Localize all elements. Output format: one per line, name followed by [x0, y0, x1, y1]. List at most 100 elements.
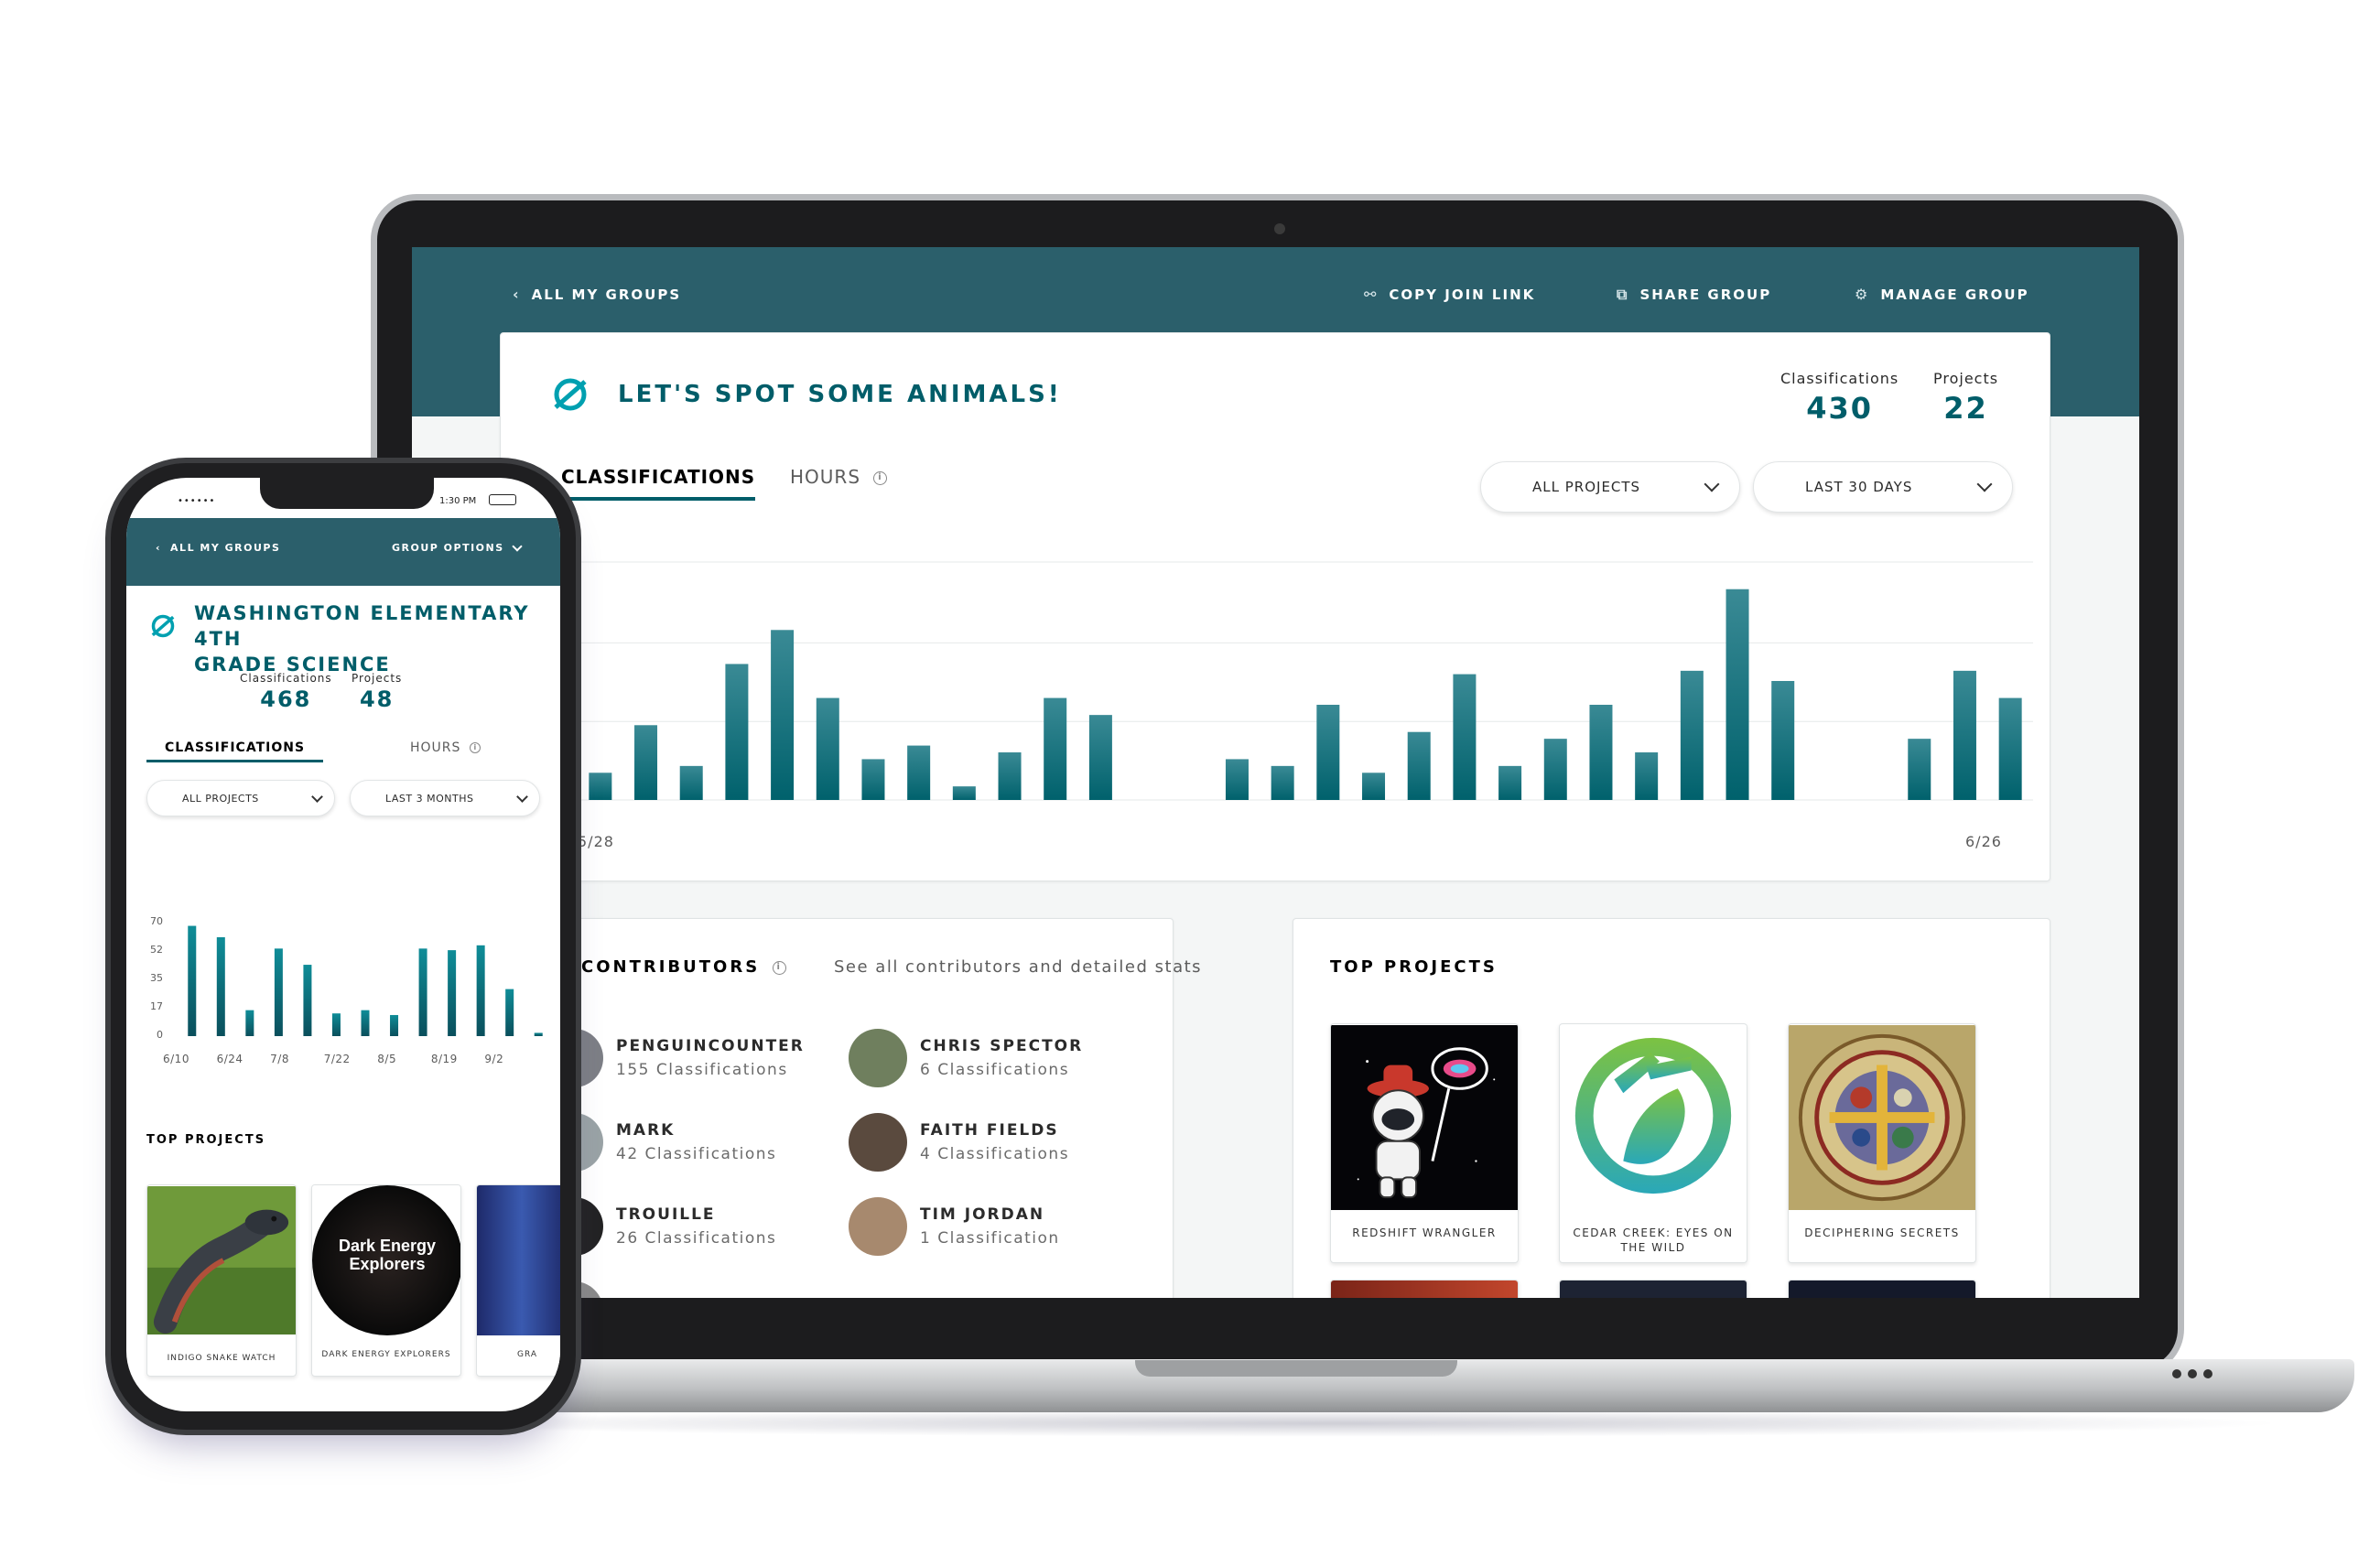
- chart-bar[interactable]: [1589, 705, 1613, 800]
- phone-project-card-partial[interactable]: GRA: [476, 1184, 560, 1377]
- project-card-deciphering[interactable]: DECIPHERING SECRETS: [1788, 1023, 1976, 1263]
- chart-bar[interactable]: [679, 765, 703, 800]
- tab-hours[interactable]: HOURS i: [790, 466, 888, 488]
- phone-project-label: INDIGO SNAKE WATCH: [167, 1354, 276, 1363]
- chart-bar[interactable]: [1771, 681, 1795, 800]
- project-card-partial[interactable]: [1330, 1280, 1519, 1298]
- top-projects-card: TOP PROJECTS REDSHIFT WRANGLER CEDAR CRE…: [1293, 918, 2050, 1298]
- chart-bar[interactable]: [1498, 765, 1522, 800]
- laptop-shadow: [384, 1410, 2288, 1437]
- projects-value: 22: [1943, 391, 1988, 426]
- chart-bar[interactable]: [361, 1010, 370, 1036]
- projects-filter-dropdown[interactable]: ALL PROJECTS: [1480, 461, 1740, 513]
- chart-bar[interactable]: [188, 925, 197, 1036]
- phone-project-card-indigo-snake[interactable]: INDIGO SNAKE WATCH: [146, 1184, 297, 1377]
- projects-stat: Projects 22: [1933, 370, 1998, 426]
- chart-bar[interactable]: [1407, 731, 1431, 800]
- manage-group-button[interactable]: ⚙ MANAGE GROUP: [1855, 286, 2029, 303]
- classifications-bar-chart: [501, 525, 2050, 827]
- chart-bar[interactable]: [1271, 765, 1294, 800]
- contributor-count: 42 Classifications: [616, 1145, 777, 1163]
- chart-bar[interactable]: [907, 745, 931, 800]
- phone-top-projects-title: TOP PROJECTS: [146, 1133, 266, 1147]
- manage-group-label: MANAGE GROUP: [1880, 286, 2029, 303]
- laptop-screen: ‹ ALL MY GROUPS ⚯ COPY JOIN LINK ⧉ SHARE…: [412, 247, 2139, 1298]
- chart-bar[interactable]: [998, 752, 1022, 800]
- copy-join-link-button[interactable]: ⚯ COPY JOIN LINK: [1364, 286, 1535, 303]
- chart-bar[interactable]: [1680, 670, 1704, 800]
- contributor-count: 1 Classification: [920, 1229, 1060, 1248]
- chart-bar[interactable]: [534, 1032, 543, 1036]
- x-tick-label: 7/22: [323, 1053, 351, 1065]
- chart-bar[interactable]: [1225, 759, 1249, 800]
- phone-project-label: DARK ENERGY EXPLORERS: [321, 1350, 451, 1359]
- chevron-left-icon: ‹: [513, 286, 521, 303]
- projects-label: Projects: [1933, 370, 1999, 387]
- chart-bar[interactable]: [1908, 739, 1931, 800]
- chart-bar[interactable]: [274, 948, 283, 1036]
- chart-bar[interactable]: [448, 950, 457, 1036]
- chart-bar[interactable]: [418, 948, 427, 1036]
- back-to-groups-link[interactable]: ‹ ALL MY GROUPS: [513, 286, 681, 303]
- x-tick-label: 8/19: [430, 1053, 458, 1065]
- contributor-name: TROUILLE: [616, 1205, 716, 1224]
- share-icon: ⧉: [1617, 286, 1629, 303]
- chart-bar[interactable]: [1316, 705, 1340, 800]
- chart-bar[interactable]: [216, 936, 225, 1036]
- group-title: LET'S SPOT SOME ANIMALS!: [618, 381, 1062, 408]
- contributor-item[interactable]: FAITH FIELDS 4 Classifications: [849, 1113, 1069, 1172]
- chart-bar[interactable]: [476, 945, 485, 1036]
- chart-bar[interactable]: [1543, 739, 1567, 800]
- contributors-title-label: CONTRIBUTORS: [581, 957, 761, 977]
- chart-bar[interactable]: [1635, 752, 1659, 800]
- dark-energy-image-text: Dark Energy Explorers: [338, 1237, 437, 1273]
- chart-bar[interactable]: [861, 759, 885, 800]
- project-card-cedar-creek[interactable]: CEDAR CREEK: EYES ON THE WILD: [1559, 1023, 1747, 1263]
- copy-join-link-label: COPY JOIN LINK: [1389, 286, 1536, 303]
- project-thumb: [1560, 1280, 1747, 1298]
- chart-bar[interactable]: [1998, 697, 2022, 800]
- project-card-partial[interactable]: [1559, 1280, 1747, 1298]
- chart-bar[interactable]: [725, 664, 749, 800]
- project-card-partial[interactable]: [1788, 1280, 1976, 1298]
- info-icon[interactable]: i: [873, 471, 888, 485]
- date-range-dropdown[interactable]: LAST 30 DAYS: [1753, 461, 2013, 513]
- contributor-item[interactable]: PENGUINCOUNTER 155 Classifications: [545, 1029, 805, 1087]
- chart-bar[interactable]: [634, 725, 658, 800]
- see-all-contributors-link[interactable]: See all contributors and detailed stats: [834, 957, 1202, 977]
- chart-bar[interactable]: [952, 786, 976, 800]
- back-label: ALL MY GROUPS: [531, 286, 682, 303]
- cedar-creek-logo-image: [1560, 1024, 1747, 1211]
- tab-classifications[interactable]: CLASSIFICATIONS: [561, 466, 756, 501]
- contributor-count: 155 Classifications: [616, 1061, 788, 1079]
- chart-bar[interactable]: [771, 630, 795, 800]
- chart-bar[interactable]: [1726, 589, 1749, 800]
- chart-bar[interactable]: [1362, 773, 1386, 800]
- classifications-stat: Classifications 430: [1780, 370, 1899, 426]
- info-icon[interactable]: i: [773, 960, 787, 975]
- chart-bar[interactable]: [331, 1013, 341, 1036]
- date-range-value: LAST 30 DAYS: [1805, 479, 1913, 495]
- share-group-label: SHARE GROUP: [1639, 286, 1772, 303]
- avatar: [849, 1113, 907, 1172]
- chart-bar[interactable]: [589, 773, 612, 800]
- contributor-item[interactable]: TIM JORDAN 1 Classification: [849, 1197, 1060, 1256]
- x-tick-end: 6/26: [1965, 833, 2002, 850]
- chart-bar[interactable]: [245, 1010, 254, 1036]
- chart-bar[interactable]: [1453, 674, 1477, 800]
- share-group-button[interactable]: ⧉ SHARE GROUP: [1617, 286, 1771, 304]
- phone-screen: •••••• 1:30 PM ‹ ALL MY GROUPS GROUP OPT…: [126, 478, 560, 1411]
- chart-bar[interactable]: [505, 989, 514, 1036]
- phone-project-card-dark-energy[interactable]: Dark Energy Explorers DARK ENERGY EXPLOR…: [311, 1184, 461, 1377]
- chart-bar[interactable]: [303, 965, 312, 1036]
- chart-bar[interactable]: [1044, 697, 1067, 800]
- camera-dot: [1274, 223, 1285, 234]
- chart-bar[interactable]: [390, 1014, 399, 1036]
- chart-bar[interactable]: [1088, 715, 1112, 800]
- contributors-card: CONTRIBUTORS i See all contributors and d…: [500, 918, 1201, 1298]
- contributor-item[interactable]: CHRIS SPECTOR 6 Classifications: [849, 1029, 1083, 1087]
- phone-project-thumb: [477, 1185, 560, 1335]
- project-card-redshift[interactable]: REDSHIFT WRANGLER: [1330, 1023, 1519, 1263]
- chart-bar[interactable]: [1953, 670, 1976, 800]
- chart-bar[interactable]: [816, 697, 839, 800]
